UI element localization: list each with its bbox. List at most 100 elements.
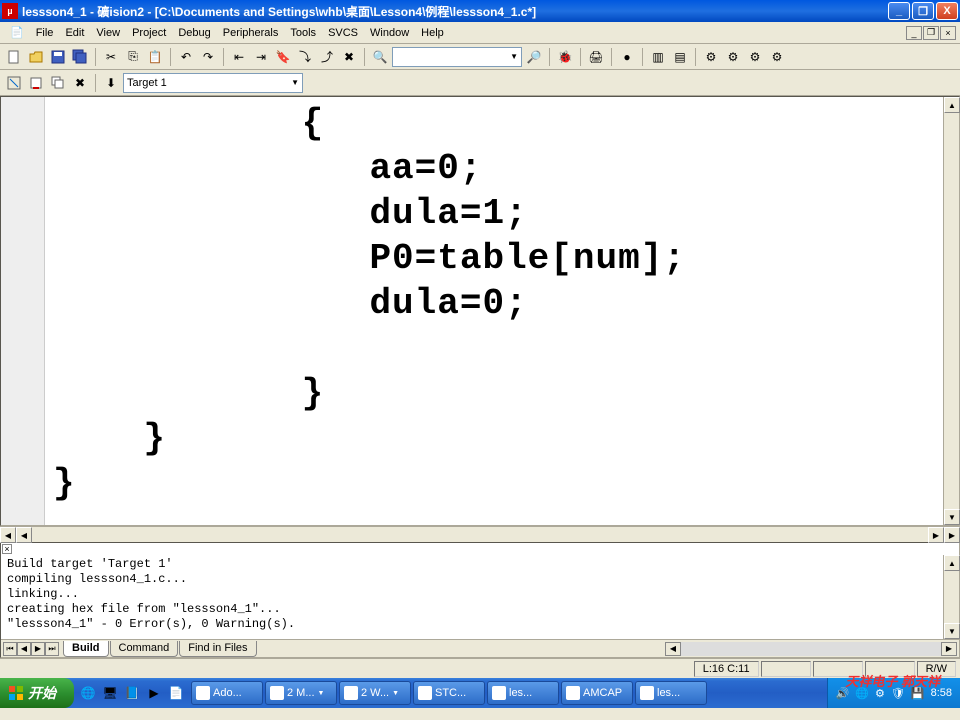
scroll-right2-icon[interactable]: ▶ <box>944 527 960 543</box>
output-hscroll-right-icon[interactable]: ▶ <box>941 642 957 656</box>
folder-icon <box>344 686 358 700</box>
tool3-icon[interactable]: ⚙ <box>745 47 765 67</box>
taskbar-item[interactable]: 2 M...▼ <box>265 681 337 705</box>
open-file-icon[interactable] <box>26 47 46 67</box>
tab-find-in-files[interactable]: Find in Files <box>179 641 256 657</box>
menu-peripherals[interactable]: Peripherals <box>217 25 285 41</box>
undo-icon[interactable]: ↶ <box>176 47 196 67</box>
taskbar-item[interactable]: Ado... <box>191 681 263 705</box>
taskbar-item[interactable]: 2 W...▼ <box>339 681 411 705</box>
menu-help[interactable]: Help <box>415 25 450 41</box>
status-empty1 <box>761 661 811 677</box>
bookmark-clear-icon[interactable]: ✖ <box>339 47 359 67</box>
tab-nav-prev-icon[interactable]: ◀ <box>17 642 31 656</box>
scroll-up-icon[interactable]: ▲ <box>944 97 960 113</box>
menu-window[interactable]: Window <box>364 25 415 41</box>
print-icon[interactable]: 🖨 <box>586 47 606 67</box>
output-pane: × Build target 'Target 1' compiling less… <box>0 542 960 658</box>
rebuild-icon[interactable] <box>48 73 68 93</box>
taskbar-item[interactable]: STC... <box>413 681 485 705</box>
copy-icon[interactable]: ⎘ <box>123 47 143 67</box>
new-file-icon[interactable] <box>4 47 24 67</box>
scroll-right-icon[interactable]: ▶ <box>928 527 944 543</box>
paste-icon[interactable]: 📋 <box>145 47 165 67</box>
output-text[interactable]: Build target 'Target 1' compiling lessso… <box>1 555 943 639</box>
output-scroll-up-icon[interactable]: ▲ <box>944 555 960 571</box>
stop-build-icon[interactable]: ✖ <box>70 73 90 93</box>
bookmark-prev-icon[interactable]: ⤴ <box>317 47 337 67</box>
indent-left-icon[interactable]: ⇤ <box>229 47 249 67</box>
scroll-left2-icon[interactable]: ◀ <box>16 527 32 543</box>
mdi-restore-button[interactable]: ❐ <box>923 26 939 40</box>
find-combo[interactable]: ▼ <box>392 47 522 67</box>
start-label: 开始 <box>28 683 56 703</box>
tab-nav-last-icon[interactable]: ⏭ <box>45 642 59 656</box>
download-icon[interactable]: ⬇ <box>101 73 121 93</box>
output-close-button[interactable]: × <box>2 544 12 554</box>
scroll-down-icon[interactable]: ▼ <box>944 509 960 525</box>
windows-taskbar: 开始 🌐 🖥 📘 ▶ 📄 Ado... 2 M...▼ 2 W...▼ STC.… <box>0 678 960 708</box>
tab-nav-first-icon[interactable]: ⏮ <box>3 642 17 656</box>
build-icon[interactable] <box>26 73 46 93</box>
taskbar-item[interactable]: AMCAP <box>561 681 633 705</box>
menu-view[interactable]: View <box>90 25 126 41</box>
target-combo[interactable]: Target 1▼ <box>123 73 303 93</box>
maximize-button[interactable]: ❐ <box>912 2 934 20</box>
menu-svcs[interactable]: SVCS <box>322 25 364 41</box>
output-vertical-scrollbar[interactable]: ▲ ▼ <box>943 555 959 639</box>
tab-command[interactable]: Command <box>110 641 179 657</box>
project-window-icon[interactable]: ▥ <box>648 47 668 67</box>
menu-file[interactable]: File <box>30 25 60 41</box>
tab-nav-next-icon[interactable]: ▶ <box>31 642 45 656</box>
tab-build[interactable]: Build <box>63 641 109 657</box>
quick-launch-app-icon[interactable]: 📘 <box>122 682 142 704</box>
start-button[interactable]: 开始 <box>0 678 74 708</box>
quick-launch-desktop-icon[interactable]: 🖥 <box>100 682 120 704</box>
window-titlebar: µ lessson4_1 - 礦ision2 - [C:\Documents a… <box>0 0 960 22</box>
code-editor[interactable]: { aa=0; dula=1; P0=table[num]; dula=0; }… <box>0 96 960 526</box>
editor-vertical-scrollbar[interactable]: ▲ ▼ <box>943 97 959 525</box>
status-cursor-position: L:16 C:11 <box>694 661 759 677</box>
breakpoint-icon[interactable]: ● <box>617 47 637 67</box>
redo-icon[interactable]: ↷ <box>198 47 218 67</box>
translate-icon[interactable] <box>4 73 24 93</box>
window-title: lessson4_1 - 礦ision2 - [C:\Documents and… <box>22 3 888 20</box>
uvision-icon <box>492 686 506 700</box>
quick-launch-doc-icon[interactable]: 📄 <box>166 682 186 704</box>
find-in-files-icon[interactable]: 🔍 <box>370 47 390 67</box>
editor-horizontal-scrollbar[interactable]: ◀ ◀ ▶ ▶ <box>0 526 960 542</box>
close-button[interactable]: X <box>936 2 958 20</box>
menu-edit[interactable]: Edit <box>59 25 90 41</box>
bookmark-icon[interactable]: 🔖 <box>273 47 293 67</box>
amcap-icon <box>566 686 580 700</box>
stc-icon <box>418 686 432 700</box>
bookmark-next-icon[interactable]: ⤵ <box>295 47 315 67</box>
mdi-close-button[interactable]: × <box>940 26 956 40</box>
indent-right-icon[interactable]: ⇥ <box>251 47 271 67</box>
taskbar-item[interactable]: les... <box>487 681 559 705</box>
mdi-minimize-button[interactable]: _ <box>906 26 922 40</box>
scroll-left-icon[interactable]: ◀ <box>0 527 16 543</box>
quick-launch-ie-icon[interactable]: 🌐 <box>78 682 98 704</box>
find-icon[interactable]: 🔎 <box>524 47 544 67</box>
debug-icon[interactable]: 🐞 <box>555 47 575 67</box>
quick-launch-player-icon[interactable]: ▶ <box>144 682 164 704</box>
save-icon[interactable] <box>48 47 68 67</box>
editor-text[interactable]: { aa=0; dula=1; P0=table[num]; dula=0; }… <box>45 97 943 525</box>
save-all-icon[interactable] <box>70 47 90 67</box>
taskbar-item[interactable]: les... <box>635 681 707 705</box>
tool2-icon[interactable]: ⚙ <box>723 47 743 67</box>
build-toolbar: ✖ ⬇ Target 1▼ <box>0 70 960 96</box>
output-window-icon[interactable]: ▤ <box>670 47 690 67</box>
menu-tools[interactable]: Tools <box>284 25 322 41</box>
mdi-doc-icon[interactable]: 📄 <box>4 24 30 41</box>
output-scroll-down-icon[interactable]: ▼ <box>944 623 960 639</box>
tool4-icon[interactable]: ⚙ <box>767 47 787 67</box>
menu-debug[interactable]: Debug <box>172 25 216 41</box>
output-hscroll-left-icon[interactable]: ◀ <box>665 642 681 656</box>
tool1-icon[interactable]: ⚙ <box>701 47 721 67</box>
minimize-button[interactable]: _ <box>888 2 910 20</box>
standard-toolbar: ✂ ⎘ 📋 ↶ ↷ ⇤ ⇥ 🔖 ⤵ ⤴ ✖ 🔍 ▼ 🔎 🐞 🖨 ● ▥ ▤ ⚙ … <box>0 44 960 70</box>
cut-icon[interactable]: ✂ <box>101 47 121 67</box>
menu-project[interactable]: Project <box>126 25 172 41</box>
